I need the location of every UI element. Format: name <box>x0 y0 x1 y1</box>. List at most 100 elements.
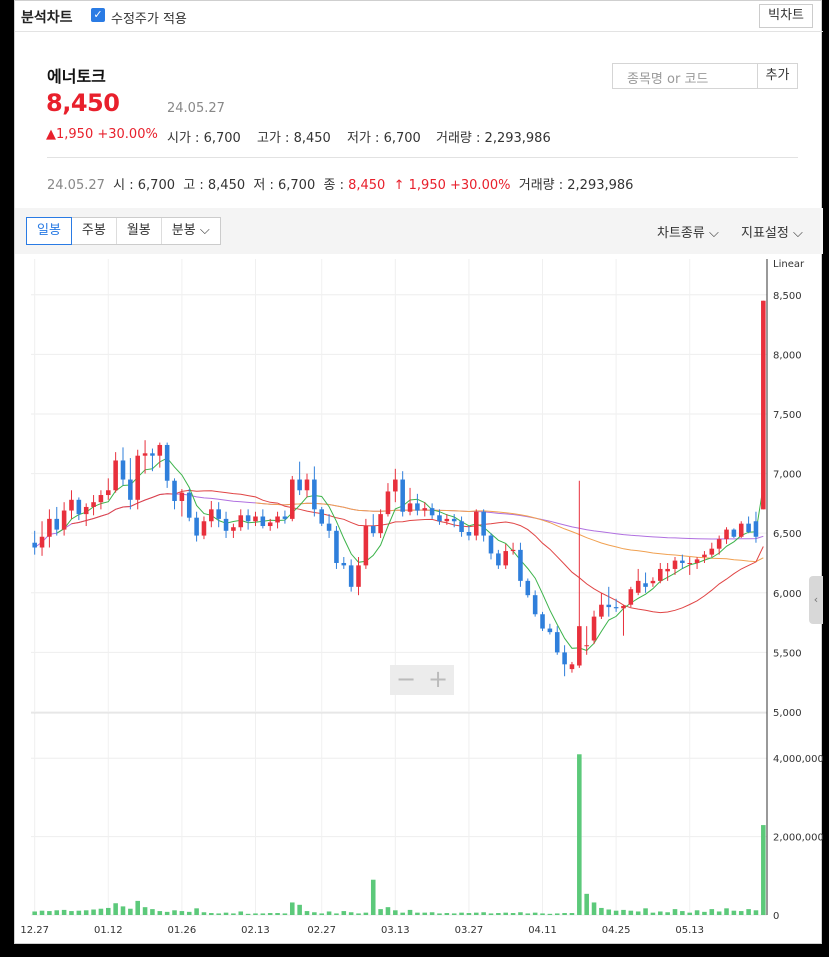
volume-bar <box>510 913 516 915</box>
volume-bar <box>91 909 96 915</box>
indicator-label: 지표설정 <box>741 226 789 241</box>
date-tick-label: 05.13 <box>675 925 704 936</box>
candle-body <box>209 509 214 522</box>
candle-body <box>606 604 612 608</box>
volume-bar <box>643 908 648 915</box>
top-bar: 분석차트 ✓ 수정주가 적용 빅차트 <box>15 1 823 32</box>
volume-bar <box>61 909 67 915</box>
candle-body <box>201 521 207 536</box>
candle-body <box>231 527 236 531</box>
chart-type-dropdown[interactable]: 차트종류 ⌵ <box>657 222 719 241</box>
candle-body <box>186 492 192 518</box>
volume-bar <box>672 909 678 915</box>
candle-body <box>451 518 457 522</box>
candle-body <box>709 548 715 555</box>
stock-search-input[interactable]: 종목명 or 코드 <box>612 63 758 89</box>
volume-bar <box>113 903 118 915</box>
volume-label: 거래량 <box>436 131 472 146</box>
low-label: 저가 <box>347 131 371 146</box>
candle-body <box>577 626 582 666</box>
price-tick-label: 8,000 <box>773 350 802 361</box>
candle-body <box>98 495 104 503</box>
low-price: 저가 : 6,700 <box>347 131 421 146</box>
adjusted-price-checkbox[interactable]: ✓ <box>91 8 105 22</box>
volume-bar <box>496 913 501 915</box>
stock-chart[interactable]: 5,000 5,500 6,000 6,500 7,000 7,500 8,000 8,500… <box>15 254 824 945</box>
summary-high-label: 고 <box>183 178 196 193</box>
adjusted-price-label[interactable]: 수정주가 적용 <box>111 8 187 27</box>
candle-body <box>157 444 163 456</box>
volume-bar <box>282 913 288 915</box>
summary-low-label: 저 <box>253 178 266 193</box>
summary-change-pct: +30.00% <box>450 178 511 193</box>
volume-bar <box>569 913 575 915</box>
indicator-settings-dropdown[interactable]: 지표설정 ⌵ <box>741 222 803 241</box>
chevron-down-icon: ⌵ <box>708 226 719 241</box>
zoom-out-button[interactable]: − <box>390 665 422 693</box>
big-chart-button[interactable]: 빅차트 <box>759 4 813 28</box>
volume-bar <box>473 912 479 915</box>
volume-bar <box>650 912 656 915</box>
candle-body <box>599 604 604 617</box>
candle-body <box>194 517 199 536</box>
candle-body <box>591 616 597 641</box>
candle-body <box>341 562 347 566</box>
tab-daily[interactable]: 일봉 <box>26 217 72 245</box>
volume-bar <box>518 912 523 915</box>
volume-bar <box>665 912 670 915</box>
volume-bar <box>724 908 729 915</box>
zoom-in-button[interactable]: + <box>422 665 454 693</box>
add-stock-button[interactable]: 추가 <box>758 63 798 89</box>
summary-high: 8,450 <box>207 178 246 193</box>
volume-tick-label: 2,000,000 <box>773 833 823 844</box>
summary-up-arrow-icon: ↑ <box>393 178 405 193</box>
candle-body <box>312 479 317 510</box>
period-tabs: 일봉 주봉 월봉 분봉 ⌵ <box>26 217 221 245</box>
volume-bar <box>378 909 383 915</box>
volume: 거래량 : 2,293,986 <box>436 131 551 146</box>
volume-bar <box>680 911 685 915</box>
volume-bar <box>164 911 170 915</box>
open-price: 시가 : 6,700 <box>167 131 241 146</box>
side-panel-toggle[interactable]: ‹ <box>809 576 823 624</box>
date-tick-label: 02.13 <box>241 925 270 936</box>
tab-minute[interactable]: 분봉 ⌵ <box>162 218 220 244</box>
candle-body <box>113 460 118 491</box>
candle-body <box>289 479 295 519</box>
candlestick-chart-svg[interactable]: 5,000 5,500 6,000 6,500 7,000 7,500 8,000 8,500… <box>15 254 824 945</box>
current-price: 8,450 <box>46 89 120 117</box>
candle-body <box>76 499 82 515</box>
volume-bar <box>554 913 560 915</box>
tab-monthly[interactable]: 월봉 <box>117 218 162 244</box>
open-label: 시가 <box>167 131 191 146</box>
volume-bar <box>709 909 715 915</box>
tab-minute-label: 분봉 <box>171 223 196 238</box>
summary-change: 1,950 <box>408 178 446 193</box>
candle-body <box>275 516 280 523</box>
chevron-down-icon: ⌵ <box>792 226 803 241</box>
candle-body <box>260 516 266 527</box>
candle-body <box>724 529 729 540</box>
volume-bar <box>731 910 737 915</box>
candle-body <box>69 499 74 511</box>
summary-volume: 2,293,986 <box>567 178 634 193</box>
volume-bar <box>142 907 148 915</box>
candle-body <box>150 453 155 456</box>
candle-body <box>172 480 177 501</box>
candle-body <box>488 535 494 554</box>
volume-bar <box>694 910 700 915</box>
candle-body <box>378 514 383 534</box>
volume-bar <box>540 913 545 915</box>
candle-body <box>635 580 641 593</box>
candle-body <box>253 516 258 522</box>
moving-average-line <box>34 493 764 548</box>
tab-weekly[interactable]: 주봉 <box>72 218 117 244</box>
candle-body <box>496 553 501 566</box>
volume-bar <box>267 913 273 915</box>
volume-bar <box>753 910 759 915</box>
volume-bar <box>451 913 457 915</box>
candle-body <box>613 607 619 609</box>
candle-body <box>326 523 332 531</box>
candle-body <box>385 491 391 515</box>
volume-bar <box>194 908 199 915</box>
